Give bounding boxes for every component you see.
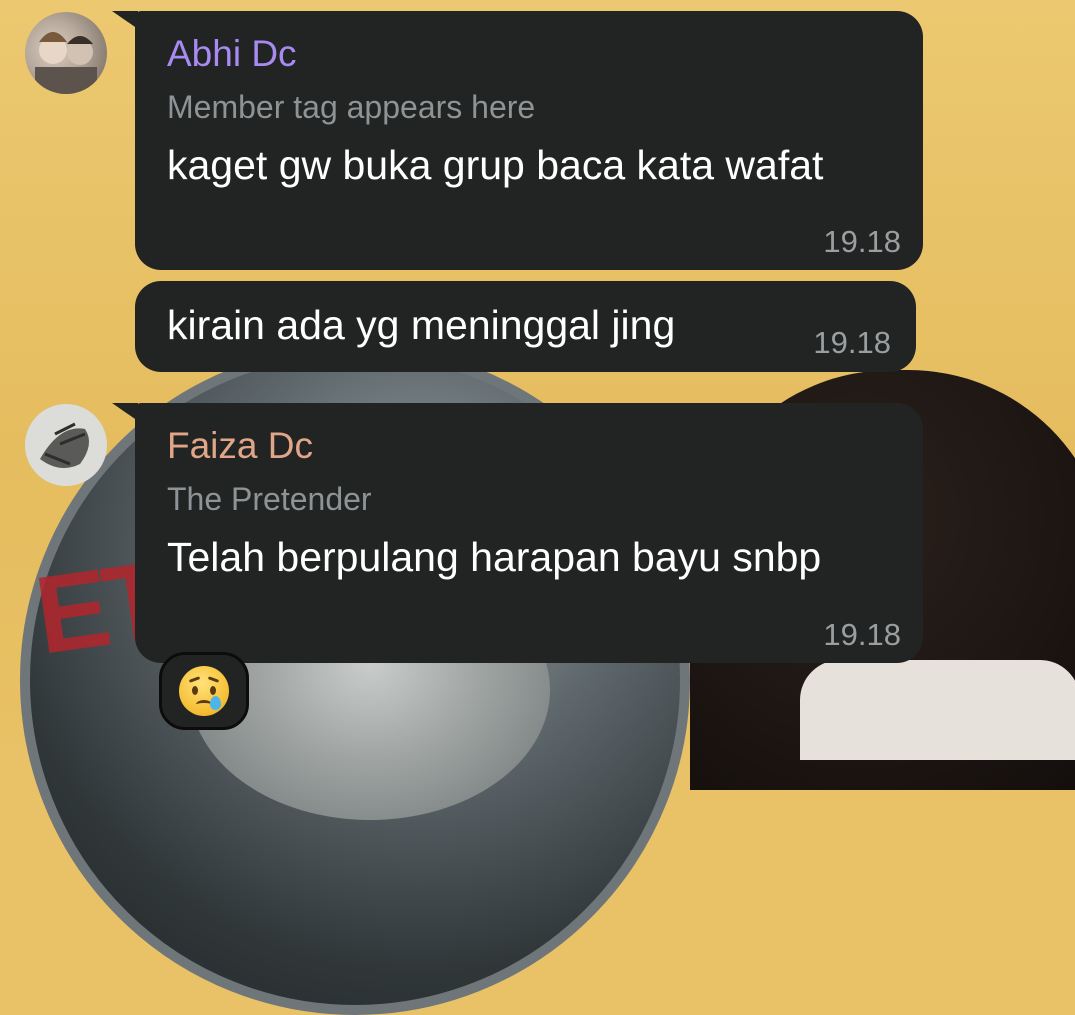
message-reaction[interactable]: [159, 652, 249, 730]
avatar-faiza[interactable]: [25, 404, 107, 486]
message-text: kaget gw buka grup baca kata wafat: [167, 142, 824, 188]
member-tag: Member tag appears here: [167, 89, 536, 125]
message-bubble[interactable]: kirain ada yg meninggal jing 19.18: [135, 281, 916, 372]
avatar-photo-icon: [35, 32, 97, 94]
message-text: kirain ada yg meninggal jing: [167, 302, 676, 348]
sad-but-relieved-face-icon: [179, 666, 229, 716]
message-time: 19.18: [823, 617, 901, 652]
message-bubble[interactable]: Abhi Dc Member tag appears here kaget gw…: [135, 11, 923, 270]
message-text: Telah berpulang harapan bayu snbp: [167, 534, 822, 580]
member-tag: The Pretender: [167, 481, 372, 517]
message-bubble[interactable]: Faiza Dc The Pretender Telah berpulang h…: [135, 403, 923, 663]
wallpaper-person-shirt: [800, 660, 1075, 760]
message-time: 19.18: [813, 325, 891, 360]
message-time: 19.18: [823, 224, 901, 259]
sender-name[interactable]: Abhi Dc: [167, 33, 297, 75]
avatar-photo-icon: [25, 404, 107, 486]
sender-name[interactable]: Faiza Dc: [167, 425, 313, 467]
avatar-abhi[interactable]: [25, 12, 107, 94]
